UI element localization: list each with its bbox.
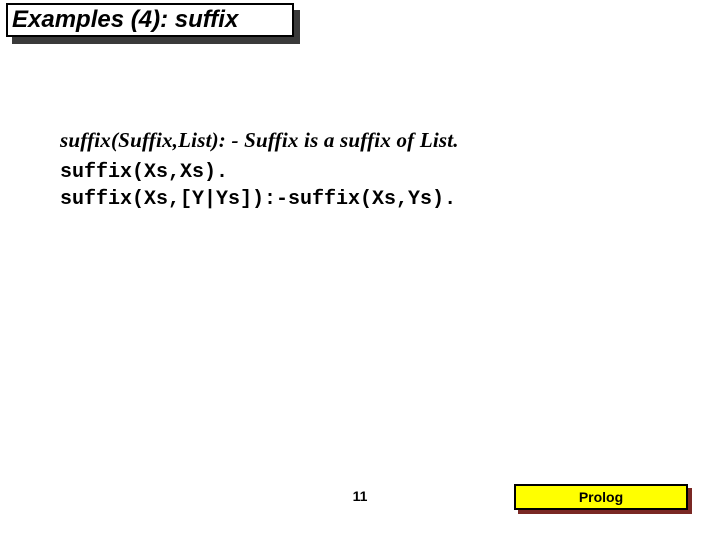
badge-label: Prolog [579, 489, 623, 505]
title-box: Examples (4): suffix [6, 3, 294, 37]
content-area: suffix(Suffix,List): - Suffix is a suffi… [60, 128, 660, 213]
slide: Examples (4): suffix suffix(Suffix,List)… [0, 0, 720, 540]
predicate-description: suffix(Suffix,List): - Suffix is a suffi… [60, 128, 660, 153]
code-line-2: suffix(Xs,[Y|Ys]):-suffix(Xs,Ys). [60, 186, 660, 213]
topic-badge: Prolog [514, 484, 688, 510]
code-line-1: suffix(Xs,Xs). [60, 159, 660, 186]
footer: 11 Prolog [0, 484, 720, 512]
slide-title: Examples (4): suffix [12, 6, 238, 34]
